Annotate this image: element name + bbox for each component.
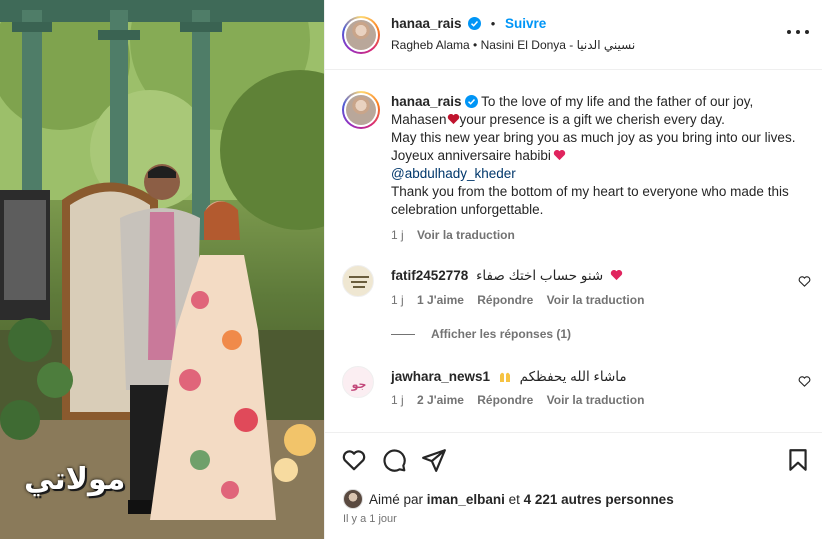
heart-emoji-icon: [447, 114, 459, 125]
author-username[interactable]: hanaa_rais: [391, 16, 462, 31]
comment-likes[interactable]: 1 J'aime: [417, 293, 464, 307]
separator-dot: •: [490, 16, 496, 31]
comment-avatar[interactable]: [342, 265, 374, 297]
heart-emoji-icon: [553, 150, 566, 161]
comment-text: شنو حساب اختك صفاء: [476, 268, 604, 283]
translate-link[interactable]: Voir la traduction: [547, 293, 645, 307]
comment-text: ماشاء الله يحفظكم: [519, 369, 627, 384]
author-avatar[interactable]: [342, 16, 380, 54]
more-options-icon[interactable]: [787, 22, 809, 42]
mention-link[interactable]: @abdulhady_kheder: [391, 165, 816, 183]
comment-username[interactable]: fatif2452778: [391, 268, 468, 283]
praying-hands-emoji-icon: [499, 372, 510, 382]
comment-1-meta: 1 j 1 J'aime Répondre Voir la traduction: [391, 293, 645, 307]
caption-line-1: hanaa_rais To the love of my life and th…: [391, 93, 816, 111]
view-replies-button[interactable]: Afficher les réponses (1): [391, 327, 571, 341]
caption-time[interactable]: 1 j: [391, 228, 404, 242]
posted-time[interactable]: Il y a 1 jour: [343, 513, 397, 525]
comment-1: fatif2452778 شنو حساب اختك صفاء: [391, 268, 623, 284]
caption-line-2: Mahasen your presence is a gift we cheris…: [391, 112, 725, 127]
caption-author-avatar[interactable]: [342, 91, 380, 129]
photo-illustration: [0, 0, 324, 539]
like-icon[interactable]: [341, 447, 367, 473]
comment-username[interactable]: jawhara_news1: [391, 369, 490, 384]
verified-badge-icon: [464, 95, 478, 108]
post-photo[interactable]: مولاتي: [0, 0, 324, 539]
caption-line-4: Joyeux anniversaire habibi: [391, 147, 816, 165]
follow-button[interactable]: Suivre: [505, 16, 546, 31]
comment-2: jawhara_news1 ماشاء الله يحفظكم: [391, 369, 627, 385]
comment-avatar[interactable]: جو: [342, 366, 374, 398]
post-header: hanaa_rais • Suivre Ragheb Alama • Nasin…: [325, 0, 822, 70]
post-actions: Aimé par iman_elbani et 4 221 autres per…: [325, 432, 822, 539]
caption-meta: 1 j Voir la traduction: [391, 228, 515, 242]
music-label[interactable]: Ragheb Alama • Nasini El Donya - نسيني ا…: [391, 38, 635, 52]
liked-by-summary[interactable]: Aimé par iman_elbani et 4 221 autres per…: [343, 489, 674, 509]
reply-button[interactable]: Répondre: [477, 393, 533, 407]
post-caption: hanaa_rais To the love of my life and th…: [391, 93, 816, 219]
post-detail-panel: hanaa_rais • Suivre Ragheb Alama • Nasin…: [324, 0, 822, 539]
caption-translate-link[interactable]: Voir la traduction: [417, 228, 515, 242]
watermark-logo: مولاتي: [24, 462, 126, 497]
replies-divider: [391, 333, 415, 335]
liked-by-avatar: [343, 489, 363, 509]
caption-username[interactable]: hanaa_rais: [391, 94, 462, 109]
save-bookmark-icon[interactable]: [785, 447, 811, 473]
caption-line-5: Thank you from the bottom of my heart to…: [391, 184, 789, 217]
translate-link[interactable]: Voir la traduction: [547, 393, 645, 407]
header-line: hanaa_rais • Suivre: [391, 16, 546, 31]
liked-by-user[interactable]: iman_elbani: [427, 492, 505, 507]
heart-emoji-icon: [610, 270, 623, 281]
like-comment-icon[interactable]: [798, 275, 811, 288]
caption-text-1: To the love of my life and the father of…: [481, 94, 754, 109]
instagram-post-view: مولاتي hanaa_rais • Suivre Ragheb Alama …: [0, 0, 822, 539]
comment-2-meta: 1 j 2 J'aime Répondre Voir la traduction: [391, 393, 645, 407]
svg-text:جو: جو: [351, 378, 367, 391]
comment-icon[interactable]: [381, 447, 407, 473]
comment-likes[interactable]: 2 J'aime: [417, 393, 464, 407]
caption-line-3: May this new year bring you as much joy …: [391, 130, 796, 145]
verified-badge-icon: [468, 17, 482, 30]
reply-button[interactable]: Répondre: [477, 293, 533, 307]
liked-by-others[interactable]: 4 221 autres personnes: [524, 492, 674, 507]
share-icon[interactable]: [421, 447, 447, 473]
like-comment-icon[interactable]: [798, 375, 811, 388]
